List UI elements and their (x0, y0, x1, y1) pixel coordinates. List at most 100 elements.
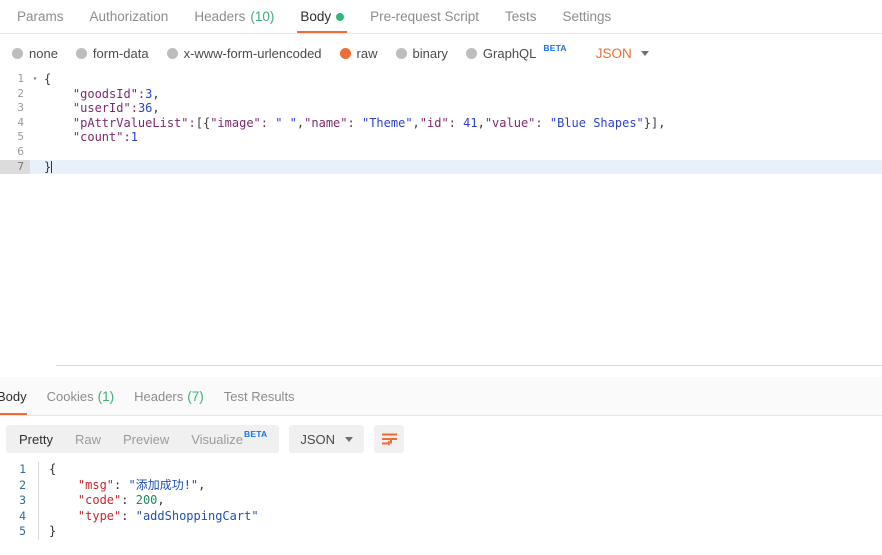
response-tab-label: Cookies (46, 388, 94, 404)
fold-arrow-icon[interactable] (30, 130, 40, 145)
body-type-graphql[interactable]: GraphQL BETA (465, 43, 567, 61)
response-view-pretty[interactable]: Pretty (8, 425, 64, 453)
body-language-dropdown[interactable]: JSON (596, 46, 649, 61)
response-tab-headers[interactable]: Headers (7) (124, 377, 214, 415)
request-tab-authorization[interactable]: Authorization (77, 0, 182, 33)
body-type-label: none (29, 45, 58, 61)
fold-arrow-icon[interactable] (30, 101, 40, 116)
request-code-line[interactable]: 3 "userId":36, (0, 101, 882, 116)
body-type-label: GraphQL (482, 45, 537, 61)
response-tab-cookies[interactable]: Cookies (1) (37, 377, 124, 415)
request-tab-label: Authorization (89, 9, 169, 24)
fold-arrow-icon[interactable] (30, 145, 40, 160)
body-language-label: JSON (595, 45, 632, 61)
word-wrap-button[interactable] (374, 425, 405, 453)
code-text: { (44, 72, 52, 86)
request-code-line[interactable]: 6 (0, 145, 882, 160)
beta-badge: BETA (244, 429, 268, 439)
body-type-label: raw (356, 45, 378, 61)
body-type-raw[interactable]: raw (339, 45, 378, 61)
response-tab-label: Headers (134, 388, 184, 404)
line-number: 2 (19, 477, 26, 492)
radio-icon (75, 47, 87, 59)
request-tab-settings[interactable]: Settings (549, 0, 624, 33)
response-view-mode-group: Pretty Raw Preview Visualize BETA (6, 425, 280, 453)
response-tab-count: (1) (97, 388, 115, 404)
request-tab-label: Params (17, 9, 64, 24)
response-body-viewer[interactable]: 1{2 "msg": "添加成功!", 3 "code": 200, 4 "type… (0, 462, 882, 555)
request-tab-params[interactable]: Params (4, 0, 77, 33)
radio-icon (465, 47, 477, 59)
radio-icon (339, 47, 351, 59)
request-tab-label: Body (300, 9, 332, 24)
view-mode-label: Preview (122, 431, 170, 447)
line-number: 4 (19, 508, 26, 523)
request-body-editor[interactable]: 1 ▾ {2 "goodsId":3, 3 "userId":36, 4 "pAttrV… (0, 72, 882, 365)
request-tab-pre-request-script[interactable]: Pre-request Script (357, 0, 492, 33)
request-tab-label: Settings (562, 9, 612, 24)
response-code-line: 5} (0, 524, 882, 540)
line-number: 1 (17, 72, 24, 85)
code-text: "msg": "添加成功!", (38, 477, 882, 493)
chevron-down-icon (640, 50, 649, 56)
code-text: "code": 200, (38, 493, 882, 509)
text-cursor (51, 160, 53, 173)
beta-badge: BETA (543, 43, 567, 53)
code-text: "count":1 (72, 130, 138, 145)
body-type-selector-row: none form-data x-www-form-urlencoded raw bin… (0, 34, 882, 72)
postman-request-response-panel: Params Authorization Headers (10) Body Pre-re… (0, 0, 882, 555)
view-mode-label: Visualize (191, 431, 244, 447)
response-tab-count: (7) (187, 388, 204, 404)
fold-arrow-icon[interactable] (30, 87, 40, 102)
request-code-line[interactable]: 2 "goodsId":3, (0, 87, 882, 102)
request-code-line[interactable]: 7} (0, 159, 882, 175)
fold-arrow-icon[interactable] (30, 116, 40, 131)
request-tab-body[interactable]: Body (287, 0, 357, 33)
response-code-line: 1{ (0, 462, 882, 478)
request-tab-label: Headers (194, 9, 246, 24)
body-type-label: x-www-form-urlencoded (183, 45, 322, 61)
code-text: { (38, 462, 882, 478)
request-code-line[interactable]: 1 ▾ { (0, 72, 882, 87)
response-tab-bar: Body Cookies (1) Headers (7) Test Results (0, 377, 882, 416)
line-number: 3 (17, 101, 24, 115)
request-tab-headers[interactable]: Headers (10) (181, 0, 287, 33)
body-present-dot-icon (336, 12, 345, 21)
code-text: "goodsId":3, (72, 86, 160, 101)
line-number: 7 (0, 159, 30, 175)
response-tab-label: Body (0, 388, 27, 404)
response-code-line: 3 "code": 200, (0, 493, 882, 509)
line-number: 2 (17, 86, 24, 100)
radio-icon (395, 47, 407, 59)
fold-arrow-icon[interactable]: ▾ (30, 72, 40, 87)
pane-split-divider[interactable] (0, 365, 882, 377)
word-wrap-icon (381, 433, 397, 446)
response-view-preview[interactable]: Preview (112, 425, 180, 453)
request-tab-label: Pre-request Script (370, 9, 479, 24)
response-format-dropdown[interactable]: JSON (289, 425, 365, 453)
body-type-none[interactable]: none (12, 46, 58, 61)
request-tab-count: (10) (250, 9, 275, 24)
line-number: 5 (19, 524, 26, 538)
request-tab-bar: Params Authorization Headers (10) Body Pre-re… (0, 0, 882, 34)
body-type-form-data[interactable]: form-data (75, 46, 149, 61)
response-tab-test-results[interactable]: Test Results (214, 377, 305, 415)
code-text: } (38, 524, 882, 540)
request-tab-tests[interactable]: Tests (492, 0, 550, 33)
chevron-down-icon (345, 436, 354, 442)
code-text: "type": "addShoppingCart" (38, 508, 882, 524)
response-toolbar: Pretty Raw Preview Visualize BETA JSON (0, 416, 882, 462)
request-code-line[interactable]: 5 "count":1 (0, 130, 882, 145)
response-tab-label: Test Results (223, 388, 295, 404)
response-code-line: 2 "msg": "添加成功!", (0, 477, 882, 493)
radio-icon (166, 47, 178, 59)
radio-icon (12, 47, 23, 59)
response-view-visualize[interactable]: Visualize BETA (180, 425, 277, 453)
response-view-raw[interactable]: Raw (64, 425, 112, 453)
response-tab-body[interactable]: Body (0, 377, 37, 415)
body-type-binary[interactable]: binary (395, 46, 448, 61)
request-code-line[interactable]: 4 "pAttrValueList":[{"image": " ","name"… (0, 116, 882, 131)
fold-arrow-icon[interactable] (30, 160, 40, 175)
body-type-x-www-form-urlencoded[interactable]: x-www-form-urlencoded (166, 45, 322, 61)
